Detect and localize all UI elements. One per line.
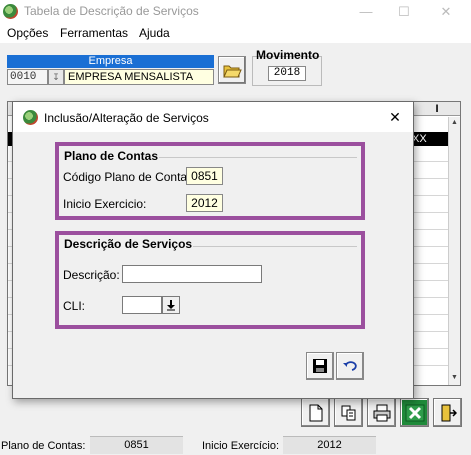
print-button[interactable] [367, 398, 396, 427]
window-title-bar: Tabela de Descrição de Serviços — ☐ ✕ [0, 0, 471, 23]
dialog-title-bar: Inclusão/Alteração de Serviços ✕ [13, 102, 413, 132]
inclusao-alteracao-dialog: Inclusão/Alteração de Serviços ✕ Plano d… [12, 101, 414, 399]
new-document-button[interactable] [301, 398, 330, 427]
close-window-icon[interactable]: ✕ [426, 2, 466, 21]
descricao-input[interactable] [122, 265, 262, 283]
minimize-icon[interactable]: — [346, 2, 386, 21]
status-exercicio-value: 2012 [283, 436, 376, 454]
undo-button[interactable] [336, 352, 364, 380]
copy-icon [341, 405, 355, 420]
plano-de-contas-title: Plano de Contas [63, 149, 160, 163]
grid-header-cell: I [435, 103, 439, 115]
exit-button[interactable] [433, 398, 462, 427]
descricao-label: Descrição: [63, 268, 120, 282]
movimento-label: Movimento [256, 48, 320, 62]
codigo-plano-label: Código Plano de Contas: [63, 170, 197, 184]
codigo-plano-field: 0851 [186, 167, 223, 185]
menu-ajuda[interactable]: Ajuda [139, 26, 170, 40]
descricao-servicos-title: Descrição de Serviços [63, 237, 194, 251]
grid-selected-cell: XX [412, 133, 427, 145]
empresa-code-field[interactable]: 0010 [7, 69, 48, 85]
cli-label: CLI: [63, 299, 86, 313]
new-document-icon [309, 404, 322, 421]
printer-icon [373, 404, 390, 421]
empresa-header: Empresa [7, 55, 214, 68]
status-exercicio-label: Inicio Exercício: [202, 440, 280, 452]
open-folder-button[interactable] [218, 56, 246, 84]
empresa-name-field: EMPRESA MENSALISTA [64, 69, 214, 85]
inicio-exercicio-label: Inicio Exercicio: [63, 197, 147, 211]
copy-button[interactable] [334, 398, 363, 427]
exit-door-icon [441, 404, 457, 421]
cli-dropdown-button[interactable] [162, 296, 180, 314]
dialog-globe-icon [23, 110, 38, 125]
maximize-icon[interactable]: ☐ [384, 2, 424, 21]
save-disk-icon [313, 359, 327, 373]
arrow-down-icon [167, 300, 175, 311]
export-excel-button[interactable] [400, 398, 429, 427]
excel-icon [405, 404, 424, 421]
cli-input[interactable] [122, 296, 162, 314]
empresa-lookup-button[interactable]: ↧ [48, 69, 64, 85]
dialog-close-icon[interactable]: ✕ [387, 109, 403, 125]
open-folder-icon [223, 65, 242, 78]
undo-icon [343, 361, 357, 371]
scroll-down-icon[interactable]: ▼ [449, 372, 460, 384]
menu-opcoes[interactable]: Opções [7, 26, 48, 40]
app-globe-icon [3, 4, 18, 19]
menu-ferramentas[interactable]: Ferramentas [60, 26, 128, 40]
menu-bar: Opções Ferramentas Ajuda [0, 23, 471, 43]
status-plano-value: 0851 [90, 436, 183, 454]
status-plano-label: Plano de Contas: [1, 440, 86, 452]
dialog-title: Inclusão/Alteração de Serviços [44, 111, 209, 125]
movimento-year-field[interactable]: 2018 [268, 66, 306, 81]
grid-vertical-scrollbar[interactable]: ▲ ▼ [448, 117, 460, 385]
window-title: Tabela de Descrição de Serviços [24, 4, 199, 18]
scroll-up-icon[interactable]: ▲ [449, 117, 460, 129]
inicio-exercicio-field: 2012 [186, 194, 223, 212]
save-button[interactable] [306, 352, 334, 380]
